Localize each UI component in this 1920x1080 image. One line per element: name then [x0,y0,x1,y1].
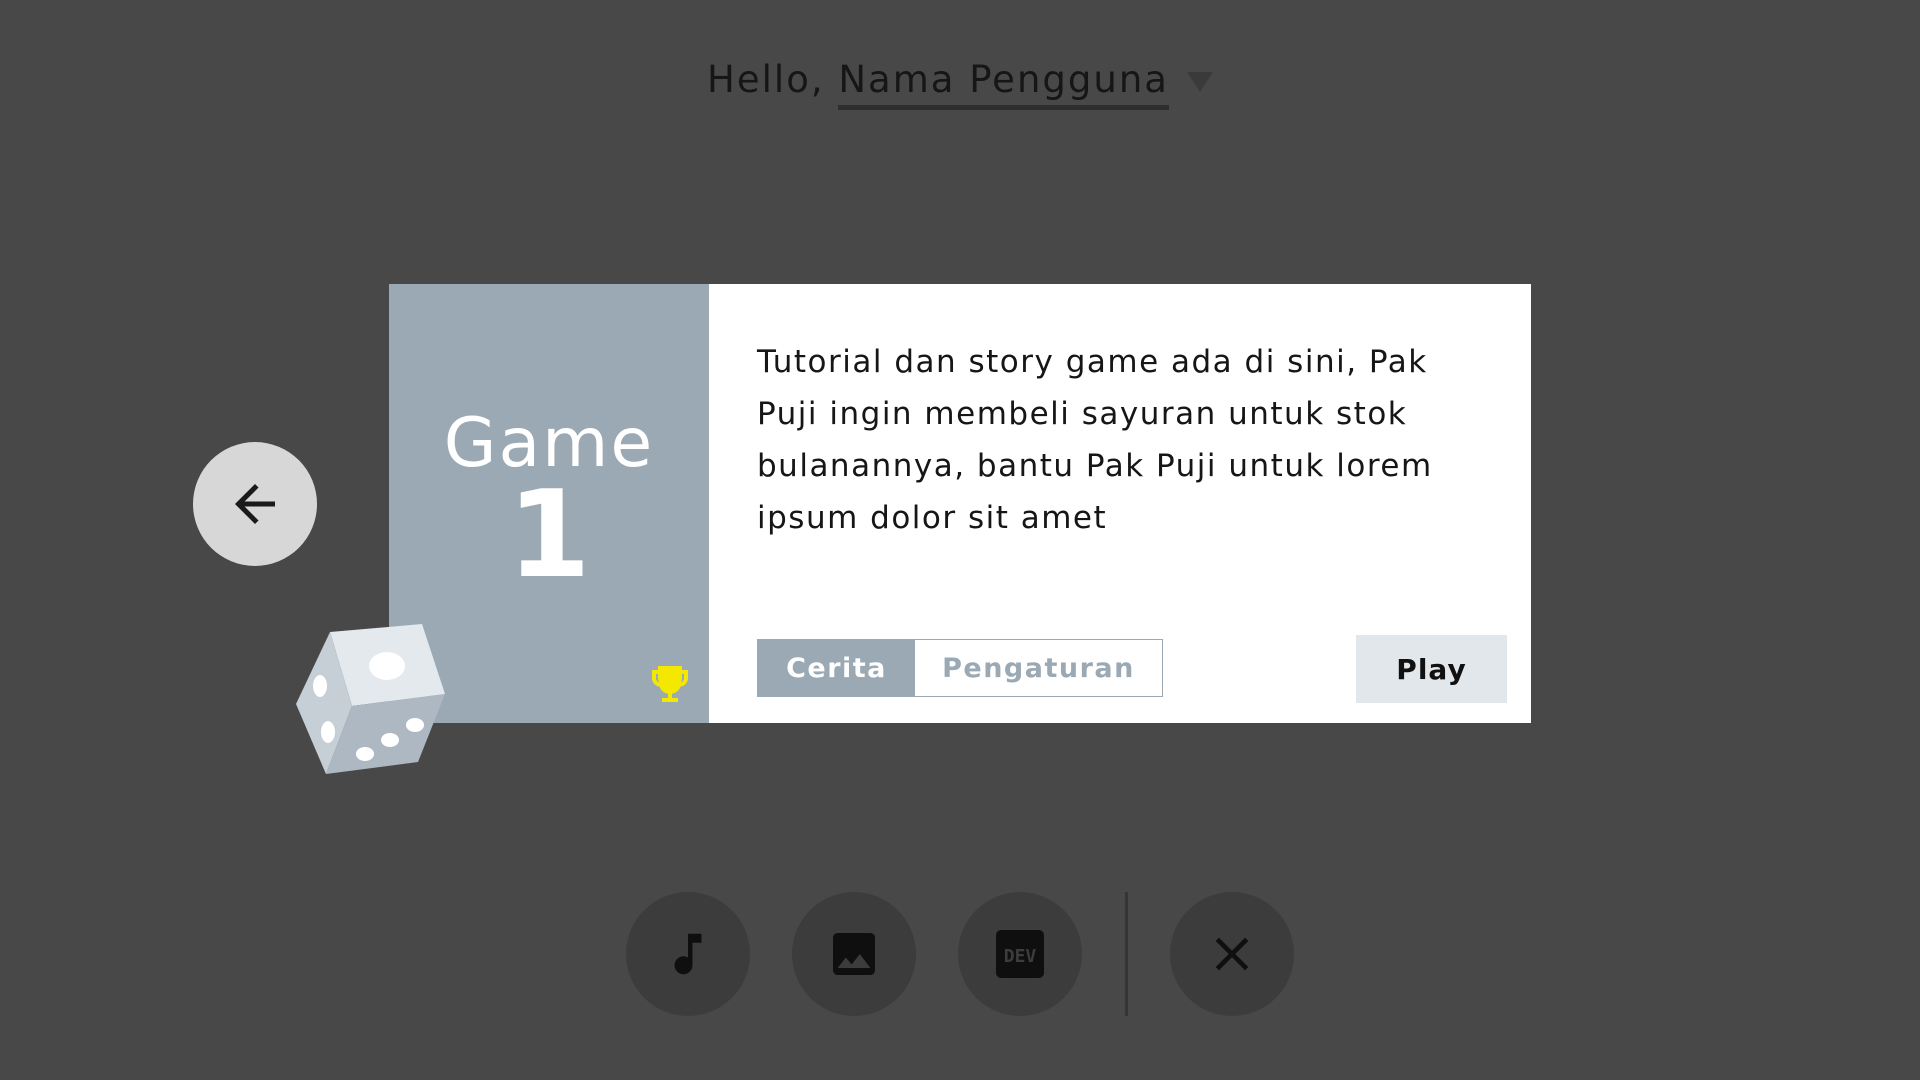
tab-pengaturan[interactable]: Pengaturan [915,640,1162,696]
trophy-icon [652,666,688,702]
image-button[interactable] [792,892,916,1016]
dev-label: DEV [1004,946,1037,967]
toolbar-divider [1125,892,1128,1016]
music-button[interactable] [626,892,750,1016]
image-icon [833,933,875,975]
caret-down-icon[interactable] [1186,71,1213,92]
bottom-toolbar: DEV [0,892,1920,1016]
back-button[interactable] [193,442,317,566]
tab-cerita[interactable]: Cerita [758,640,915,696]
game-card-details: Tutorial dan story game ada di sini, Pak… [709,284,1531,723]
arrow-left-icon [235,484,275,524]
music-note-icon [674,933,702,975]
play-button[interactable]: Play [1356,635,1507,703]
user-name-dropdown[interactable]: Nama Pengguna [838,58,1169,110]
dev-icon: DEV [996,930,1044,978]
dice-icon [296,624,445,774]
game-card: Game 1 Tutorial dan story game ada di si… [389,284,1531,723]
greeting-prefix: Hello, [707,58,825,101]
game-number: 1 [507,466,591,605]
game-description: Tutorial dan story game ada di sini, Pak… [757,344,1433,536]
greeting: Hello, Nama Pengguna [0,58,1920,110]
close-icon [1215,937,1249,971]
dev-button[interactable]: DEV [958,892,1082,1016]
tab-group: Cerita Pengaturan [757,639,1163,697]
close-button[interactable] [1170,892,1294,1016]
